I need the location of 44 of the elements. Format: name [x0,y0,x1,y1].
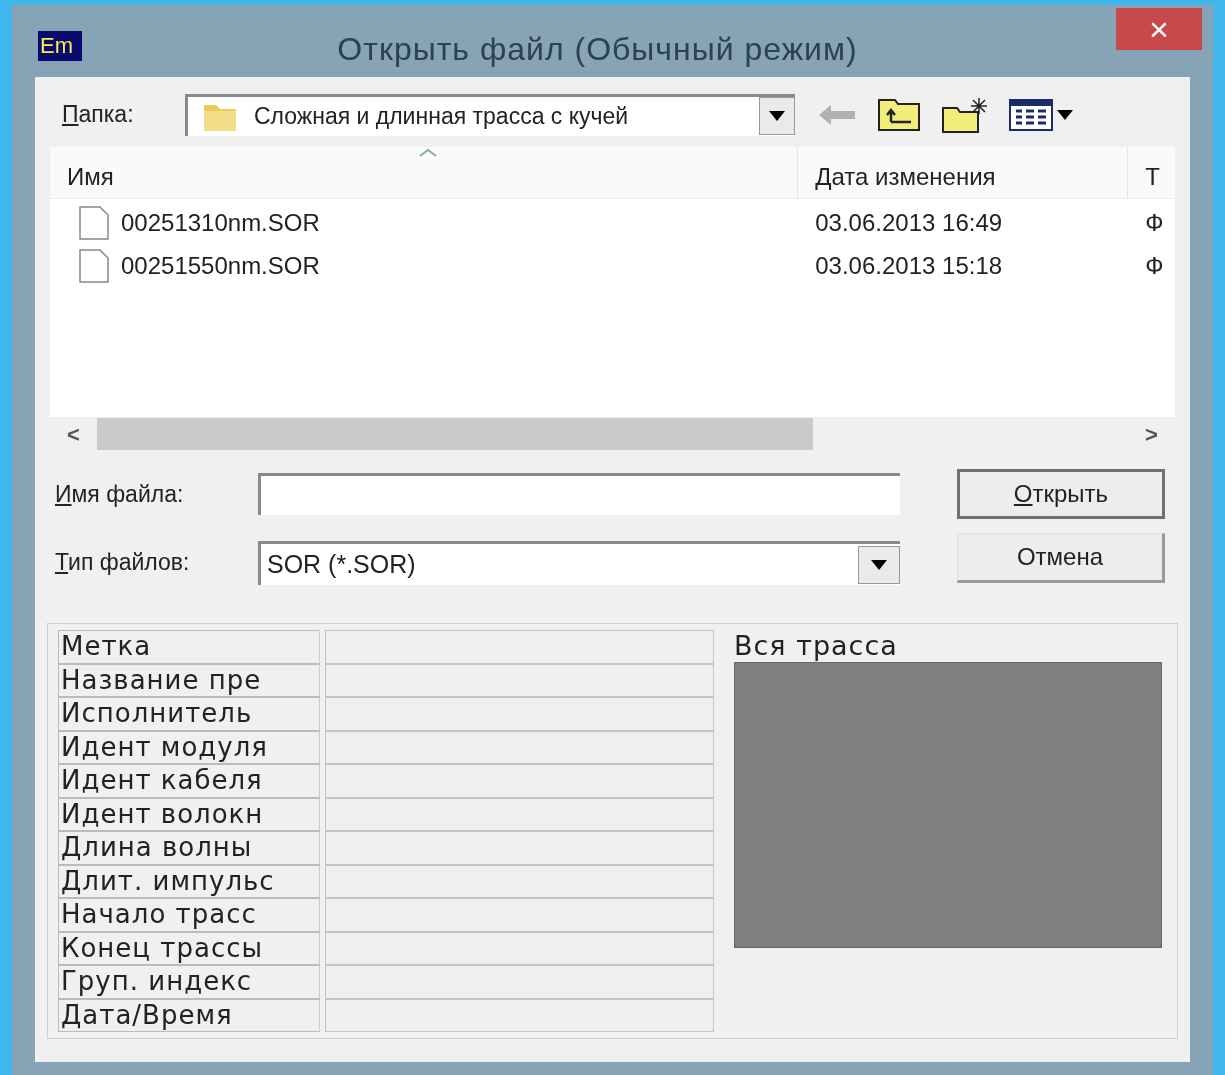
scroll-right-button[interactable]: > [1128,417,1175,451]
property-label: Начало трасс [58,898,320,932]
file-name-label: Имя файла: [55,480,185,509]
property-label: Дата/Время [58,998,320,1032]
horizontal-scrollbar[interactable]: < > [50,417,1175,451]
file-type-value: SOR (*.SOR) [267,548,417,580]
scrollbar-thumb[interactable] [97,418,813,450]
preview-label: Вся трасса [734,630,899,662]
column-header[interactable]: Т [1145,159,1175,195]
folder-label: Папка: [62,100,135,130]
property-label: Метка [58,630,320,664]
column-header[interactable]: Имя [67,159,798,195]
property-label: Исполнитель [58,697,320,731]
file-icon [77,248,111,283]
dialog-button[interactable]: Отмена [957,533,1165,583]
file-name[interactable]: 00251310nm.SOR [121,204,320,241]
app-icon: Em [38,31,82,61]
file-name[interactable]: 00251550nm.SOR [121,247,320,284]
new-folder-icon[interactable] [941,95,987,134]
view-menu-icon[interactable] [1009,98,1073,131]
table-cell-text: 03.06.2013 16:49 [814,207,1004,238]
folder-name: Сложная и длинная трасса с кучей [254,101,630,131]
table-cell-text: 03.06.2013 15:18 [814,250,1004,281]
column-header[interactable]: Дата изменения [815,159,1128,195]
property-label: Название пре [58,663,320,697]
file-type-dropdown[interactable]: SOR (*.SOR) [258,541,900,585]
file-type-label: Тип файлов: [55,548,191,577]
property-label: Длина волны [58,831,320,865]
close-button[interactable]: × [1116,8,1202,50]
dialog-button[interactable]: Открыть [957,469,1165,519]
property-label: Длит. импульс [58,864,320,898]
property-label: Идент кабеля [58,764,320,798]
property-label: Конец трассы [58,931,320,965]
scroll-left-button[interactable]: < [50,417,97,451]
file-name-field[interactable] [258,473,900,515]
property-label: Груп. индекс [58,965,320,999]
table-cell-text: Ф [1144,250,1165,281]
folder-dropdown[interactable]: Сложная и длинная трасса с кучей [185,93,795,136]
table-cell-text: Ф [1144,207,1165,238]
folder-up-icon[interactable] [877,97,921,132]
property-label: Идент волокн [58,797,320,831]
window-title: Открыть файл (Обычный режим) [336,30,859,69]
file-icon [77,205,111,240]
property-label: Идент модуля [58,730,320,764]
